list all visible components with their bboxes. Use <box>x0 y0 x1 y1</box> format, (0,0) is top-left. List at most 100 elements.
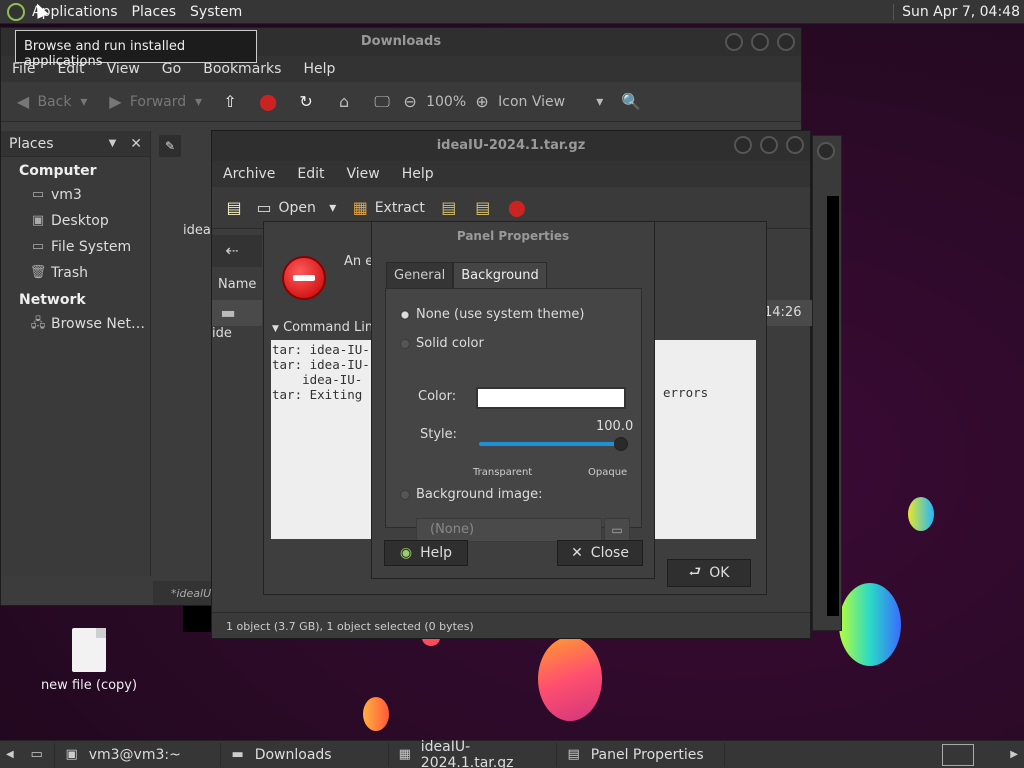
add-folder-button[interactable]: ▤ <box>473 198 493 218</box>
show-desktop-icon: ▭ <box>30 746 43 762</box>
image-file-chooser[interactable]: (None) <box>416 518 602 542</box>
background-window-edge <box>812 135 842 631</box>
sidebar-item-browse-network[interactable]: 🖧 Browse Net… <box>1 311 150 337</box>
scroll-left-icon[interactable]: ◀ <box>0 749 20 760</box>
search-icon: 🔍 <box>621 91 642 111</box>
home-button[interactable]: ⌂ <box>334 92 354 112</box>
zoom-in-button[interactable]: ⊕ <box>472 92 492 112</box>
close-icon[interactable]: ✕ <box>130 136 142 152</box>
slider-handle[interactable] <box>614 437 628 451</box>
add-files-button[interactable]: ▤ <box>439 198 459 218</box>
workspace-switcher[interactable] <box>942 743 975 766</box>
dialog-title[interactable]: Panel Properties <box>372 222 654 250</box>
menu-system[interactable]: System <box>183 4 249 20</box>
stop-button[interactable]: ⬤ <box>258 92 278 112</box>
add-files-icon: ▤ <box>441 197 457 217</box>
table-row[interactable]: ▬ ide <box>212 300 262 341</box>
archive-icon: ▦ <box>398 746 411 762</box>
toolbar: ◀ Back ▾ ▶ Forward ▾ ⇧ ⬤ ↻ ⌂ 🖵 ⊖ 100% ⊕ … <box>1 82 801 122</box>
places-header[interactable]: Places ▼ ✕ <box>1 131 150 157</box>
drive-icon: ▭ <box>31 239 45 254</box>
sidebar-item-file-system[interactable]: ▭ File System <box>1 234 150 260</box>
computer-icon: 🖵 <box>374 91 390 111</box>
menu-help[interactable]: Help <box>391 166 445 182</box>
scroll-right-icon[interactable]: ▶ <box>1004 749 1024 760</box>
desktop-file-icon[interactable]: new file (copy) <box>40 628 138 693</box>
panel-icon: ▤ <box>567 746 580 762</box>
extract-icon: ▦ <box>352 197 368 217</box>
extract-button[interactable]: ▦ Extract <box>350 198 425 218</box>
sidebar-item-trash[interactable]: 🗑 Trash <box>1 260 150 286</box>
reload-button[interactable]: ↻ <box>296 92 316 112</box>
back-button[interactable]: ⇠ <box>212 235 262 267</box>
sidebar-item-vm3[interactable]: ▭ vm3 <box>1 182 150 208</box>
chevron-down-icon[interactable]: ▼ <box>109 138 117 149</box>
transparent-label: Transparent <box>473 467 533 478</box>
radio-indicator <box>400 309 410 320</box>
taskbar-item-downloads[interactable]: ▬ Downloads <box>221 742 389 767</box>
maximize-button[interactable] <box>751 33 769 51</box>
radio-none[interactable]: None (use system theme) <box>400 307 584 322</box>
maximize-button[interactable] <box>760 136 778 154</box>
distro-logo-icon[interactable] <box>7 2 25 21</box>
forward-button[interactable]: ▶ Forward ▾ <box>105 92 202 112</box>
scrollbar[interactable] <box>827 196 839 616</box>
background-tab-panel: None (use system theme) Solid color Colo… <box>385 288 642 542</box>
zoom-level[interactable]: 100% <box>426 94 466 110</box>
folder-icon[interactable]: ▭ <box>604 518 630 542</box>
show-desktop-button[interactable]: ▭ <box>20 742 55 767</box>
menu-view[interactable]: View <box>96 61 151 77</box>
color-picker-button[interactable] <box>476 387 626 409</box>
minimize-button[interactable] <box>734 136 752 154</box>
menu-view[interactable]: View <box>336 166 391 182</box>
back-button[interactable]: ◀ Back ▾ <box>13 92 88 112</box>
close-button[interactable] <box>817 142 835 160</box>
menu-go[interactable]: Go <box>151 61 192 77</box>
menu-archive[interactable]: Archive <box>212 166 286 182</box>
taskbar-item-panel-properties[interactable]: ▤ Panel Properties <box>557 742 725 767</box>
open-button[interactable]: ▭ Open ▾ <box>254 198 336 218</box>
new-archive-button[interactable]: ▤ <box>224 198 244 218</box>
radio-background-image[interactable]: Background image: <box>400 487 543 502</box>
stop-button[interactable]: ⬤ <box>507 198 527 218</box>
sidebar-section-computer: Computer <box>19 163 97 179</box>
menu-places[interactable]: Places <box>125 4 184 20</box>
name-column-header[interactable]: Name <box>212 277 262 297</box>
minimize-button[interactable] <box>725 33 743 51</box>
sidebar-item-desktop[interactable]: ▣ Desktop <box>1 208 150 234</box>
search-button[interactable]: 🔍 <box>621 92 641 112</box>
radio-solid-color[interactable]: Solid color <box>400 336 484 351</box>
window-titlebar[interactable]: ideaIU-2024.1.tar.gz <box>212 131 810 161</box>
taskbar-item-terminal[interactable]: ▣ vm3@vm3:~ <box>55 742 221 767</box>
network-icon: 🖧 <box>30 316 46 331</box>
zoom-in-icon: ⊕ <box>475 91 489 111</box>
close-button[interactable] <box>777 33 795 51</box>
folder-icon: ▬ <box>231 746 244 762</box>
menu-help[interactable]: Help <box>292 61 346 77</box>
close-button[interactable] <box>786 136 804 154</box>
trash-icon: 🗑 <box>29 265 47 280</box>
up-arrow-icon: ⇧ <box>223 91 237 111</box>
background-window-edge <box>183 606 213 632</box>
tab-general[interactable]: General <box>386 262 454 288</box>
clock[interactable]: Sun Apr 7, 04:48 <box>893 4 1020 20</box>
applications-tooltip: Browse and run installed applications <box>15 30 257 69</box>
forward-arrow-icon: ▶ <box>109 91 122 111</box>
computer-button[interactable]: 🖵 <box>372 92 392 112</box>
home-icon: ⌂ <box>339 91 350 111</box>
command-line-expander[interactable]: ▼ Command Lin <box>272 320 373 335</box>
edit-location-icon[interactable]: ✎ <box>159 135 181 157</box>
view-mode-select[interactable]: Icon View ▾ <box>498 94 603 110</box>
close-button[interactable]: ✕ Close <box>557 540 643 566</box>
desktop-icon: ▣ <box>31 213 45 228</box>
menu-edit[interactable]: Edit <box>286 166 335 182</box>
menu-bookmarks[interactable]: Bookmarks <box>192 61 292 77</box>
style-slider[interactable] <box>479 442 627 446</box>
zoom-out-button[interactable]: ⊖ <box>400 92 420 112</box>
up-button[interactable]: ⇧ <box>220 92 240 112</box>
taskbar-item-archive[interactable]: ▦ ideaIU-2024.1.tar.gz <box>389 739 557 768</box>
help-button[interactable]: ◉ Help <box>384 540 468 566</box>
tab-background[interactable]: Background <box>453 262 547 288</box>
ok-button[interactable]: ⮐ OK <box>667 559 751 587</box>
chevron-down-icon: ▼ <box>272 324 279 334</box>
